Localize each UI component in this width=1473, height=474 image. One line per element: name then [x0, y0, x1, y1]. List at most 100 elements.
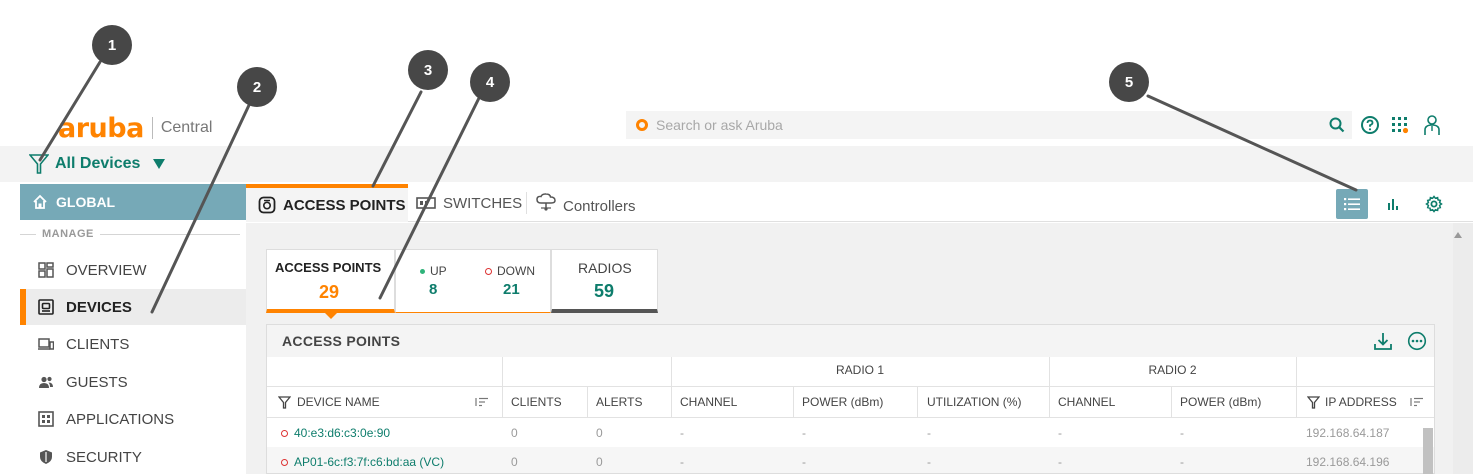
cell-radio1-utilization: - — [927, 426, 931, 440]
chevron-down-icon[interactable] — [152, 158, 166, 170]
cell-alerts: 0 — [596, 455, 603, 469]
cell-radio2-power: - — [1180, 426, 1184, 440]
header-divider — [267, 386, 1434, 387]
panel-title: ACCESS POINTS — [282, 333, 401, 349]
vertical-scrollbar[interactable] — [1453, 223, 1473, 474]
clients-icon — [38, 338, 54, 350]
scroll-up-arrow-icon[interactable] — [1454, 232, 1462, 238]
summary-card-radios[interactable]: RADIOS 59 — [551, 249, 658, 313]
callout-badge-5: 5 — [1109, 62, 1149, 102]
summary-card-status[interactable]: UP 8 DOWN 21 — [395, 249, 551, 313]
manage-label: MANAGE — [42, 228, 94, 240]
table-scroll-thumb[interactable] — [1423, 428, 1433, 474]
search-icon[interactable] — [1328, 116, 1346, 134]
column-header-radio1-utilization[interactable]: UTILIZATION (%) — [927, 395, 1021, 409]
column-header-clients[interactable]: CLIENTS — [511, 395, 562, 409]
cell-radio2-channel: - — [1058, 455, 1062, 469]
device-name-link[interactable]: AP01-6c:f3:7f:c6:bd:aa (VC) — [281, 455, 444, 469]
switch-icon — [416, 197, 436, 209]
sidebar-item-devices[interactable]: DEVICES — [20, 289, 246, 325]
down-label: DOWN — [485, 264, 535, 278]
access-points-table-panel: ACCESS POINTS RADIO 1 RADIO 2 DEVICE NAM… — [266, 324, 1435, 474]
cell-ip-address: 192.168.64.196 — [1306, 455, 1390, 469]
home-icon — [33, 194, 47, 209]
manage-section-header: MANAGE — [20, 228, 240, 240]
access-points-count: 29 — [319, 282, 340, 302]
apps-grid-icon[interactable] — [1389, 114, 1411, 136]
tab-label: Controllers — [563, 197, 636, 215]
applications-icon — [38, 411, 54, 427]
sidebar-item-label: GUESTS — [66, 373, 128, 391]
download-icon[interactable] — [1373, 331, 1393, 351]
logo-divider — [151, 117, 153, 139]
cell-radio1-power: - — [802, 455, 806, 469]
filter-label: All Devices — [55, 155, 141, 172]
sidebar-item-label: CLIENTS — [66, 335, 130, 353]
sidebar-item-clients[interactable]: CLIENTS — [20, 326, 246, 362]
filter-icon — [29, 154, 49, 174]
tab-controllers[interactable]: Controllers — [536, 184, 656, 222]
aruba-assistant-icon — [636, 119, 648, 131]
cell-radio1-utilization: - — [927, 455, 931, 469]
status-down-icon — [281, 458, 288, 466]
tab-switches[interactable]: SWITCHES — [416, 184, 524, 222]
sidebar-item-applications[interactable]: APPLICATIONS — [20, 401, 246, 437]
status-down-icon — [281, 429, 288, 437]
card-title: ACCESS POINTS — [275, 260, 382, 275]
column-header-alerts[interactable]: ALERTS — [596, 395, 642, 409]
product-name: Central — [160, 119, 213, 136]
column-header-radio2-power[interactable]: POWER (dBm) — [1180, 395, 1261, 409]
sidebar-item-security[interactable]: SECURITY — [20, 439, 246, 474]
sidebar-item-overview[interactable]: OVERVIEW — [20, 252, 246, 288]
summary-card-access-points[interactable]: ACCESS POINTS 29 — [266, 249, 395, 313]
table-row[interactable]: 40:e3:d6:c3:0e:90 0 0 - - - - - 192.168.… — [267, 418, 1434, 447]
search-bar[interactable] — [626, 111, 1352, 139]
up-count: 8 — [429, 281, 438, 298]
guests-icon — [39, 376, 53, 388]
sidebar: GLOBAL MANAGE OVERVIEW DEVICES CLIENTS G… — [20, 184, 246, 474]
cell-radio1-power: - — [802, 426, 806, 440]
cell-ip-address: 192.168.64.187 — [1306, 426, 1390, 440]
device-name-link[interactable]: 40:e3:d6:c3:0e:90 — [281, 426, 390, 440]
group-filter[interactable]: All Devices — [29, 150, 166, 178]
group-header-radio1: RADIO 1 — [835, 363, 884, 377]
devices-icon — [38, 299, 54, 315]
sort-icon[interactable] — [1410, 397, 1424, 407]
tab-label: SWITCHES — [443, 194, 523, 212]
radios-count: 59 — [594, 281, 615, 301]
table-row[interactable]: AP01-6c:f3:7f:c6:bd:aa (VC) 0 0 - - - - … — [267, 447, 1434, 473]
column-label: DEVICE NAME — [297, 395, 380, 409]
sidebar-item-label: OVERVIEW — [66, 261, 147, 279]
gear-icon — [1425, 195, 1443, 213]
shield-icon — [40, 450, 52, 464]
column-header-radio1-channel[interactable]: CHANNEL — [680, 395, 737, 409]
global-button[interactable]: GLOBAL — [20, 184, 246, 220]
summary-view-button[interactable] — [1377, 189, 1409, 219]
cell-radio2-power: - — [1180, 455, 1184, 469]
column-header-radio2-channel[interactable]: CHANNEL — [1058, 395, 1115, 409]
tab-label: ACCESS POINTS — [283, 196, 406, 214]
filter-icon[interactable] — [278, 395, 291, 409]
config-view-button[interactable] — [1418, 189, 1450, 219]
down-count: 21 — [503, 281, 520, 298]
cell-alerts: 0 — [596, 426, 603, 440]
callout-badge-4: 4 — [470, 62, 510, 102]
aruba-logo[interactable]: aruba Central — [58, 113, 212, 143]
column-header-ip-address[interactable]: IP ADDRESS — [1307, 395, 1432, 409]
list-view-button[interactable] — [1336, 189, 1368, 219]
filter-icon[interactable] — [1307, 395, 1320, 409]
user-icon[interactable] — [1421, 114, 1443, 136]
tab-divider — [526, 192, 527, 214]
tab-access-points[interactable]: ACCESS POINTS — [246, 184, 408, 222]
callout-badge-3: 3 — [408, 50, 448, 90]
sidebar-item-guests[interactable]: GUESTS — [20, 364, 246, 400]
more-options-icon[interactable] — [1407, 331, 1427, 351]
up-label: UP — [420, 264, 447, 278]
sort-icon[interactable] — [475, 397, 489, 407]
up-dot-icon — [420, 268, 425, 274]
column-header-radio1-power[interactable]: POWER (dBm) — [802, 395, 883, 409]
column-header-device-name[interactable]: DEVICE NAME — [278, 395, 498, 409]
cell-radio2-channel: - — [1058, 426, 1062, 440]
search-input[interactable] — [656, 117, 1256, 133]
help-icon[interactable] — [1359, 114, 1381, 136]
